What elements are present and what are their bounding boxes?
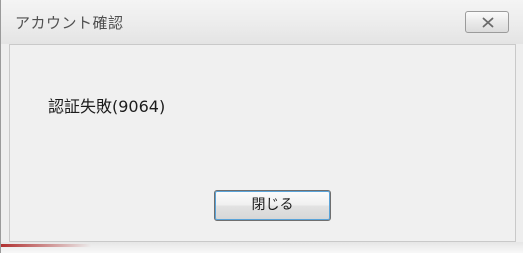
dialog-window: アカウント確認 認証失敗(9064) 閉じる — [0, 0, 523, 253]
close-icon — [482, 17, 494, 28]
close-dialog-button[interactable]: 閉じる — [214, 190, 331, 221]
dialog-body: 認証失敗(9064) 閉じる — [9, 44, 516, 242]
window-bottom-accent — [1, 244, 91, 247]
title-bar[interactable]: アカウント確認 — [1, 0, 523, 44]
error-message: 認証失敗(9064) — [48, 97, 166, 116]
window-title: アカウント確認 — [15, 14, 124, 32]
title-close-button[interactable] — [465, 11, 509, 33]
